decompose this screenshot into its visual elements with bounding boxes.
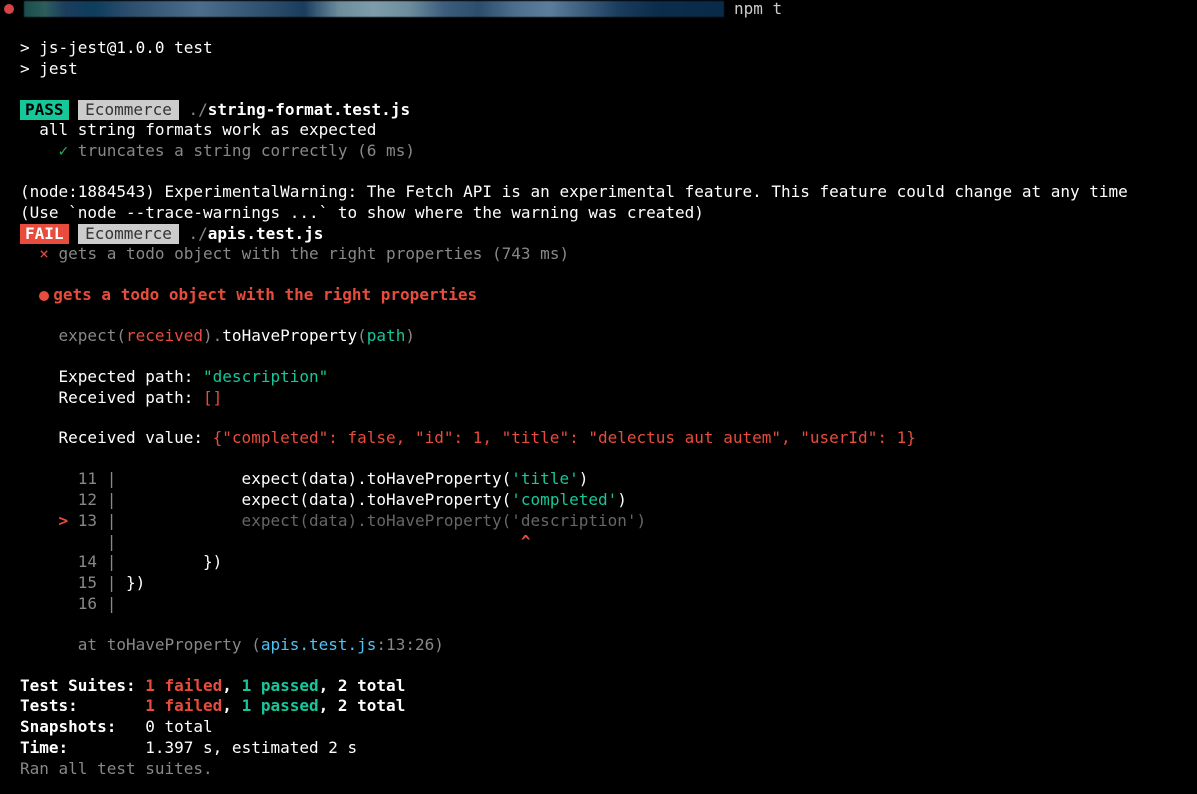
suite-fail-line: FAIL Ecommerce ./apis.test.js [20, 224, 1177, 245]
test-pass-line: ✓ truncates a string correctly (6 ms) [20, 141, 1177, 162]
suite-description: all string formats work as expected [20, 120, 1177, 141]
received-path: Received path: [] [20, 388, 1177, 409]
node-warning-2: (Use `node --trace-warnings ...` to show… [20, 203, 1177, 224]
code-line-13: > 13 | expect(data).toHaveProperty('desc… [20, 511, 1177, 532]
close-icon[interactable] [4, 4, 14, 14]
expected-path: Expected path: "description" [20, 367, 1177, 388]
failure-header: gets a todo object with the right proper… [20, 285, 1177, 306]
expect-signature: expect(received).toHaveProperty(path) [20, 326, 1177, 347]
pass-badge: PASS [20, 100, 69, 121]
code-line-14: 14 | }) [20, 552, 1177, 573]
code-line-12: 12 | expect(data).toHaveProperty('comple… [20, 490, 1177, 511]
summary-tests: Tests: 1 failed, 1 passed, 2 total [20, 696, 1177, 717]
titlebar-decoration [24, 1, 724, 17]
code-line-15: 15 | }) [20, 573, 1177, 594]
suite-file: string-format.test.js [208, 100, 410, 119]
test-name: truncates a string correctly (6 ms) [68, 141, 415, 160]
code-caret: | ^ [20, 532, 1177, 553]
window-topbar: npm t [0, 0, 1197, 18]
code-line-16: 16 | [20, 594, 1177, 615]
node-warning-1: (node:1884543) ExperimentalWarning: The … [20, 182, 1177, 203]
summary-suites: Test Suites: 1 failed, 1 passed, 2 total [20, 676, 1177, 697]
path-prefix: ./ [189, 100, 208, 119]
x-icon: × [39, 244, 49, 263]
bullet-icon [39, 291, 49, 301]
test-fail-line: × gets a todo object with the right prop… [20, 244, 1177, 265]
check-icon: ✓ [59, 141, 69, 160]
summary-ran: Ran all test suites. [20, 759, 1177, 780]
window-title-command: npm t [734, 0, 782, 19]
test-name: gets a todo object with the right proper… [49, 244, 569, 263]
summary-snapshots: Snapshots: 0 total [20, 717, 1177, 738]
npm-run-line-1: > js-jest@1.0.0 test [20, 38, 1177, 59]
failure-title: gets a todo object with the right proper… [53, 285, 477, 304]
suite-pass-line: PASS Ecommerce ./string-format.test.js [20, 100, 1177, 121]
stack-trace: at toHaveProperty (apis.test.js:13:26) [20, 635, 1177, 656]
code-line-11: 11 | expect(data).toHaveProperty('title'… [20, 469, 1177, 490]
received-value: Received value: {"completed": false, "id… [20, 428, 1177, 449]
fail-badge: FAIL [20, 224, 69, 245]
project-badge: Ecommerce [78, 224, 179, 245]
npm-run-line-2: > jest [20, 59, 1177, 80]
terminal-output[interactable]: > js-jest@1.0.0 test > jest PASS Ecommer… [0, 28, 1197, 780]
project-badge: Ecommerce [78, 100, 179, 121]
suite-file: apis.test.js [208, 224, 324, 243]
summary-time: Time: 1.397 s, estimated 2 s [20, 738, 1177, 759]
path-prefix: ./ [189, 224, 208, 243]
